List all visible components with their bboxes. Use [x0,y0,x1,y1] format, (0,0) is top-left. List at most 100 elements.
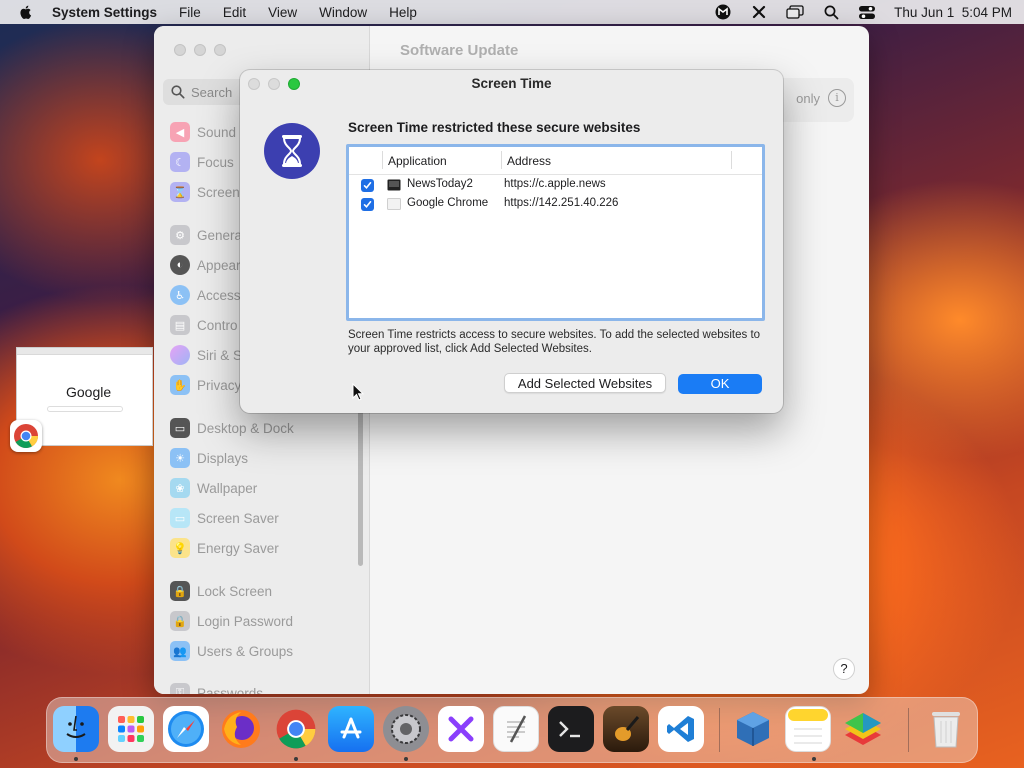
sidebar-item-wallpaper[interactable]: ❀ Wallpaper [170,476,257,500]
sidebar-item-label: Siri & S [197,347,243,363]
screen-mirroring-icon[interactable] [786,4,804,20]
sidebar-item-appearance[interactable]: ◐ Appear [170,253,241,277]
control-center-icon[interactable] [858,4,876,20]
preview-search-box [47,406,123,412]
info-icon[interactable]: i [828,89,846,107]
sidebar-item-desktop-dock[interactable]: ▭ Desktop & Dock [170,416,294,440]
close-button[interactable] [174,44,186,56]
running-indicator [74,757,78,761]
malwarebytes-icon[interactable] [714,4,732,20]
ok-button[interactable]: OK [678,374,762,394]
table-row[interactable]: Google Chrome https://142.251.40.226 [349,195,762,214]
sidebar-item-label: Sound [197,124,237,140]
row-address: https://c.apple.news [504,178,606,190]
menu-view[interactable]: View [268,5,297,20]
running-indicator [404,757,408,761]
sidebar-item-control-centre[interactable]: ▤ Contro [170,313,238,337]
screen-saver-icon: ▭ [170,508,190,528]
dialog-titlebar: Screen Time [240,70,783,98]
preview-toolbar [17,348,152,355]
column-header-address[interactable]: Address [507,154,551,168]
dock-xcode-tools-icon[interactable] [438,706,484,752]
dialog-title: Screen Time [471,76,552,91]
sidebar-item-label: Desktop & Dock [197,420,294,436]
sidebar-item-screen-time[interactable]: ⌛ Screen [170,180,240,204]
dock-chrome-icon[interactable] [273,706,319,752]
screen-time-icon: ⌛ [170,182,190,202]
sidebar-item-focus[interactable]: ☾ Focus [170,150,234,174]
zoom-button[interactable] [214,44,226,56]
privacy-icon: ✋ [170,375,190,395]
dock-garageband-icon[interactable] [603,706,649,752]
spotlight-search-icon[interactable] [822,4,840,20]
dock-app-store-icon[interactable] [328,706,374,752]
sidebar-item-displays[interactable]: ☀ Displays [170,446,248,470]
dock-terminal-icon[interactable] [548,706,594,752]
chrome-app-badge-icon[interactable] [10,420,42,452]
table-row[interactable]: NewsToday2 https://c.apple.news [349,176,762,195]
sidebar-item-accessibility[interactable]: ♿ Access [170,283,241,307]
sidebar-item-label: Login Password [197,613,294,629]
sidebar-item-general[interactable]: ⚙ Genera [170,223,242,247]
dialog-zoom-button[interactable] [288,78,300,90]
dialog-description: Screen Time restricts access to secure w… [348,329,761,355]
row-checkbox[interactable] [361,179,374,192]
dock-safari-icon[interactable] [163,706,209,752]
add-selected-websites-button[interactable]: Add Selected Websites [504,373,666,393]
menu-edit[interactable]: Edit [223,5,246,20]
search-placeholder: Search [191,84,233,100]
sidebar-item-label: Energy Saver [197,540,279,556]
accessibility-icon: ♿ [170,285,190,305]
mouse-pointer-icon [352,383,364,401]
dock-vscode-icon[interactable] [658,706,704,752]
sidebar-item-privacy[interactable]: ✋ Privacy [170,373,241,397]
dock-system-settings-icon[interactable] [383,706,429,752]
energy-saver-icon: 💡 [170,538,190,558]
dialog-minimize-button[interactable] [268,78,280,90]
screen-time-hourglass-icon [264,123,320,179]
column-header-application[interactable]: Application [388,154,447,168]
dock-finder-icon[interactable] [53,706,99,752]
sidebar-item-passwords[interactable]: ⚿ Passwords [170,681,263,694]
sidebar-item-users-groups[interactable]: 👥 Users & Groups [170,639,293,663]
sidebar-scrollbar[interactable] [358,406,363,566]
apple-menu-icon[interactable] [18,4,34,20]
checkmark-icon [363,182,372,189]
dock-launchpad-icon[interactable] [108,706,154,752]
sidebar-item-siri[interactable]: Siri & S [170,343,242,367]
sidebar-item-energy-saver[interactable]: 💡 Energy Saver [170,536,279,560]
sidebar-item-screen-saver[interactable]: ▭ Screen Saver [170,506,279,530]
menu-help[interactable]: Help [389,5,417,20]
dialog-close-button[interactable] [248,78,260,90]
minimize-button[interactable] [194,44,206,56]
dock-bluestacks-icon[interactable] [840,706,886,752]
app-name-menu[interactable]: System Settings [52,5,157,20]
menu-file[interactable]: File [179,5,201,20]
menu-clock[interactable]: Thu Jun 1 5:04 PM [894,5,1012,20]
sidebar-item-label: Wallpaper [197,480,258,496]
row-checkbox[interactable] [361,198,374,211]
dock-trash-icon[interactable] [923,706,969,752]
dock-virtualbox-icon[interactable] [730,706,776,752]
menu-window[interactable]: Window [319,5,367,20]
sidebar-item-login-password[interactable]: 🔒 Login Password [170,609,293,633]
google-logo-text: Google [66,384,112,400]
tools-icon[interactable] [750,4,768,20]
sidebar-item-label: Users & Groups [197,643,294,659]
dock-notes-icon[interactable] [785,706,831,752]
newstoday-app-icon [387,179,401,191]
sidebar-item-lock-screen[interactable]: 🔒 Lock Screen [170,579,272,603]
sidebar-item-label: Passwords [197,685,264,695]
sidebar-item-sound[interactable]: ◀ Sound [170,120,236,144]
dock-textedit-icon[interactable] [493,706,539,752]
websites-table[interactable]: Application Address NewsToday2 https://c… [346,144,765,321]
running-indicator [294,757,298,761]
help-button[interactable]: ? [833,658,855,680]
sidebar-item-label: Contro [197,317,238,333]
column-divider [501,151,502,169]
row-address: https://142.251.40.226 [504,197,619,209]
dialog-heading: Screen Time restricted these secure webs… [348,120,641,135]
screen-time-dialog: Screen Time Screen Time restricted these… [240,70,783,413]
dock-firefox-icon[interactable] [218,706,264,752]
passwords-icon: ⚿ [170,683,190,694]
